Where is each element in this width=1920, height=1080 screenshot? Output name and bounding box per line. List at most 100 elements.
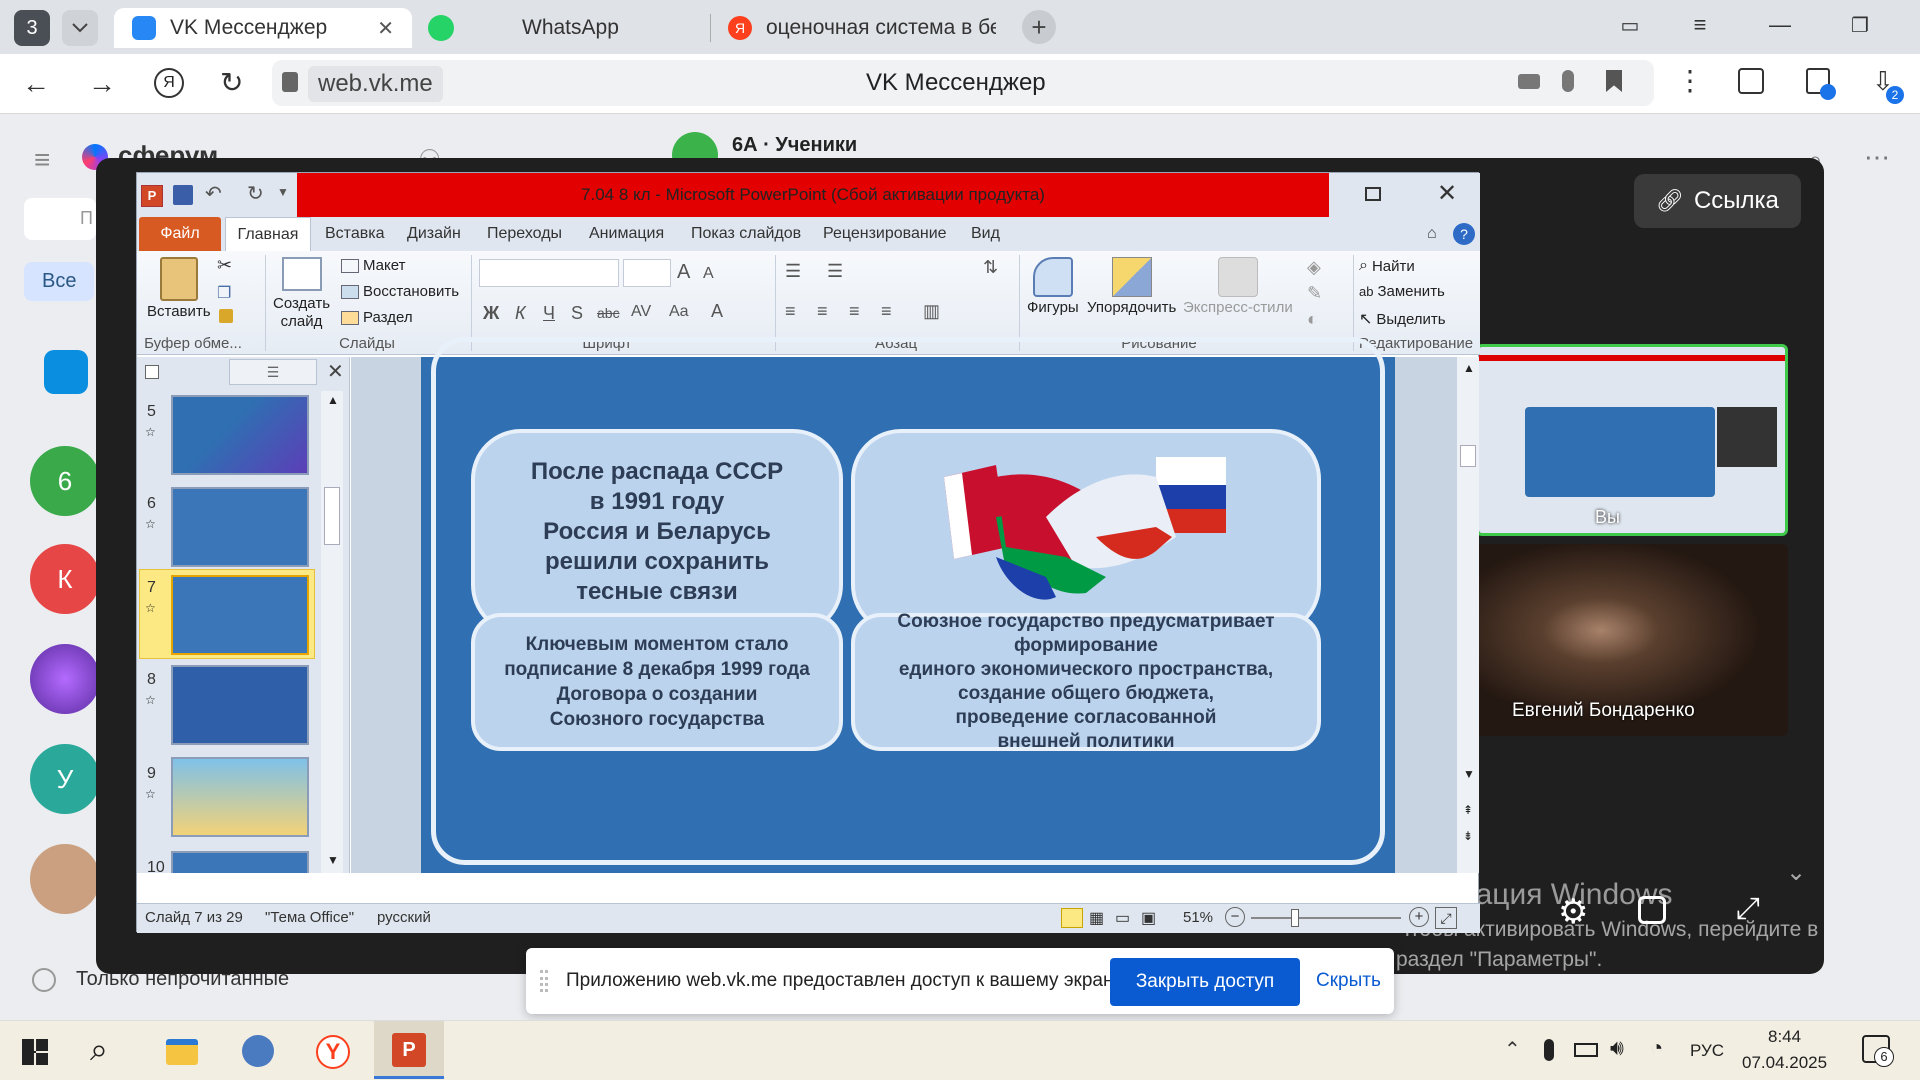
minimize-icon[interactable]: — <box>1740 12 1820 38</box>
new-slide-button[interactable]: Создать слайд <box>273 257 330 331</box>
hide-notification-button[interactable]: Скрыть <box>1316 970 1381 992</box>
slides-tab-icon[interactable] <box>145 365 159 379</box>
reading-view-icon[interactable]: ▭ <box>1115 908 1130 928</box>
reload-icon[interactable]: ↻ <box>220 66 243 99</box>
scroll-thumb[interactable] <box>324 487 340 545</box>
search-icon[interactable]: ⌕ <box>90 1031 108 1069</box>
volume-icon[interactable]: 🔊︎ <box>1610 1035 1624 1061</box>
undo-icon[interactable]: ↶ <box>205 181 222 206</box>
settings-icon[interactable]: ⚙ <box>1558 892 1588 932</box>
paste-button[interactable]: Вставить <box>147 257 211 320</box>
change-case-icon[interactable]: Aa <box>669 303 689 321</box>
slide-image-card[interactable] <box>851 429 1321 635</box>
tab-vk-messenger[interactable]: VK Мессенджер ✕ <box>114 8 412 48</box>
shadow-icon[interactable]: S <box>571 303 583 324</box>
font-name-dropdown[interactable] <box>479 259 619 287</box>
drag-handle-icon[interactable] <box>540 970 548 992</box>
more-options-icon[interactable]: ⋯ <box>1864 142 1890 173</box>
avatar[interactable]: К <box>30 544 100 614</box>
slide-thumbnail-9[interactable] <box>171 757 309 837</box>
copy-link-button[interactable]: 🔗︎ Ссылка <box>1634 174 1801 228</box>
tab-yandex-search[interactable]: Я оценочная система в бел <box>728 8 998 48</box>
avatar[interactable] <box>30 844 100 914</box>
search-field[interactable]: П <box>24 198 96 240</box>
close-icon[interactable]: ✕ <box>377 16 394 41</box>
new-tab-button[interactable]: + <box>1022 10 1056 44</box>
tab-list-chevron-icon[interactable] <box>62 10 98 46</box>
close-pane-icon[interactable]: ✕ <box>327 359 344 384</box>
spacing-icon[interactable]: AV <box>631 303 651 321</box>
vk-chat-app-icon[interactable] <box>44 350 88 394</box>
scroll-up-icon[interactable]: ▲ <box>327 393 339 407</box>
menu-icon[interactable]: ≡ <box>1660 12 1740 38</box>
help-icon[interactable]: ? <box>1453 223 1475 245</box>
shape-outline-icon[interactable]: ✎ <box>1307 283 1322 304</box>
tab-insert[interactable]: Вставка <box>325 217 384 251</box>
restore-icon[interactable]: ❐ <box>1820 13 1900 38</box>
wifi-icon[interactable]: ◔ <box>1650 1035 1663 1061</box>
windows-start-icon[interactable] <box>22 1039 48 1065</box>
quick-access-dropdown-icon[interactable]: ▼ <box>277 185 289 199</box>
file-explorer-icon[interactable] <box>166 1039 198 1065</box>
shape-fill-icon[interactable]: ◈ <box>1307 257 1321 278</box>
close-window-icon[interactable]: ✕ <box>1900 12 1920 38</box>
tab-view[interactable]: Вид <box>971 217 1000 251</box>
input-language[interactable]: РУС <box>1690 1041 1724 1061</box>
slide-thumbnail-10[interactable] <box>171 851 309 873</box>
arrange-button[interactable]: Упорядочить <box>1087 257 1176 316</box>
stop-sharing-button[interactable]: Закрыть доступ <box>1110 958 1300 1006</box>
scroll-down-icon[interactable]: ▼ <box>1463 767 1475 781</box>
avatar[interactable]: 6 <box>30 446 100 516</box>
slide-text-card-history[interactable]: После распада СССР в 1991 году Россия и … <box>471 429 843 635</box>
strikethrough-icon[interactable]: abc <box>597 305 620 321</box>
clock-time[interactable]: 8:44 <box>1768 1027 1801 1047</box>
numbering-icon[interactable]: ☰ <box>827 261 843 282</box>
collections-icon[interactable] <box>1738 68 1764 94</box>
underline-icon[interactable]: Ч <box>543 303 555 324</box>
tab-design[interactable]: Дизайн <box>407 217 461 251</box>
bold-icon[interactable]: Ж <box>483 303 499 324</box>
zoom-slider-thumb[interactable] <box>1291 909 1299 927</box>
normal-view-icon[interactable] <box>1061 908 1083 928</box>
format-painter-icon[interactable] <box>219 309 233 323</box>
replace-button[interactable]: ab Заменить <box>1359 283 1445 300</box>
bookmark-icon[interactable] <box>1606 70 1622 92</box>
tab-review[interactable]: Рецензирование <box>823 217 947 251</box>
tab-home[interactable]: Главная <box>225 217 311 251</box>
reset-button[interactable]: Восстановить <box>341 283 459 300</box>
columns-icon[interactable]: ▥ <box>923 301 940 322</box>
italic-icon[interactable]: К <box>515 303 526 324</box>
slide-thumbnail-7[interactable] <box>171 575 309 655</box>
zoom-slider[interactable] <box>1251 909 1401 927</box>
slide-sorter-icon[interactable]: ▦ <box>1089 908 1104 928</box>
fullscreen-icon[interactable]: ⤢ <box>1736 892 1760 926</box>
avatar[interactable] <box>30 644 100 714</box>
scroll-down-icon[interactable]: ▼ <box>327 853 339 867</box>
prev-slide-icon[interactable]: ⇞ <box>1463 803 1473 817</box>
collapse-chevron-icon[interactable]: ⌄ <box>1786 858 1806 887</box>
camera-icon[interactable] <box>1518 74 1540 89</box>
font-color-icon[interactable]: A <box>711 301 723 322</box>
align-left-icon[interactable]: ≡ <box>785 301 796 322</box>
find-button[interactable]: ⌕ Найти <box>1359 257 1415 275</box>
slide-text-card-union[interactable]: Союзное государство предусматривает форм… <box>851 611 1321 752</box>
tab-whatsapp[interactable]: WhatsApp <box>424 8 704 48</box>
slide-thumbnail-5[interactable] <box>171 395 309 475</box>
grow-font-icon[interactable]: A <box>677 261 690 284</box>
video-tile-self[interactable]: Вы <box>1476 344 1788 536</box>
microphone-icon[interactable] <box>1562 70 1574 92</box>
ribbon-collapse-icon[interactable]: ⌂ <box>1427 225 1437 243</box>
bullets-icon[interactable]: ☰ <box>785 261 801 282</box>
bookmarks-icon[interactable]: ▭ <box>1600 13 1660 38</box>
zoom-level[interactable]: 51% <box>1183 909 1213 926</box>
more-menu-icon[interactable]: ⋮ <box>1676 64 1704 97</box>
redo-icon[interactable]: ↻ <box>247 181 264 206</box>
yandex-home-icon[interactable]: Я <box>154 68 184 98</box>
slide-canvas[interactable]: После распада СССР в 1991 году Россия и … <box>421 337 1395 873</box>
forward-arrow-icon[interactable]: → <box>88 68 116 100</box>
slide-thumbnail-6[interactable] <box>171 487 309 567</box>
filter-all-button[interactable]: Все <box>24 262 95 301</box>
align-right-icon[interactable]: ≡ <box>849 301 860 322</box>
layout-icon[interactable] <box>1638 896 1666 924</box>
video-tile-participant[interactable]: Евгений Бондаренко <box>1476 544 1788 736</box>
